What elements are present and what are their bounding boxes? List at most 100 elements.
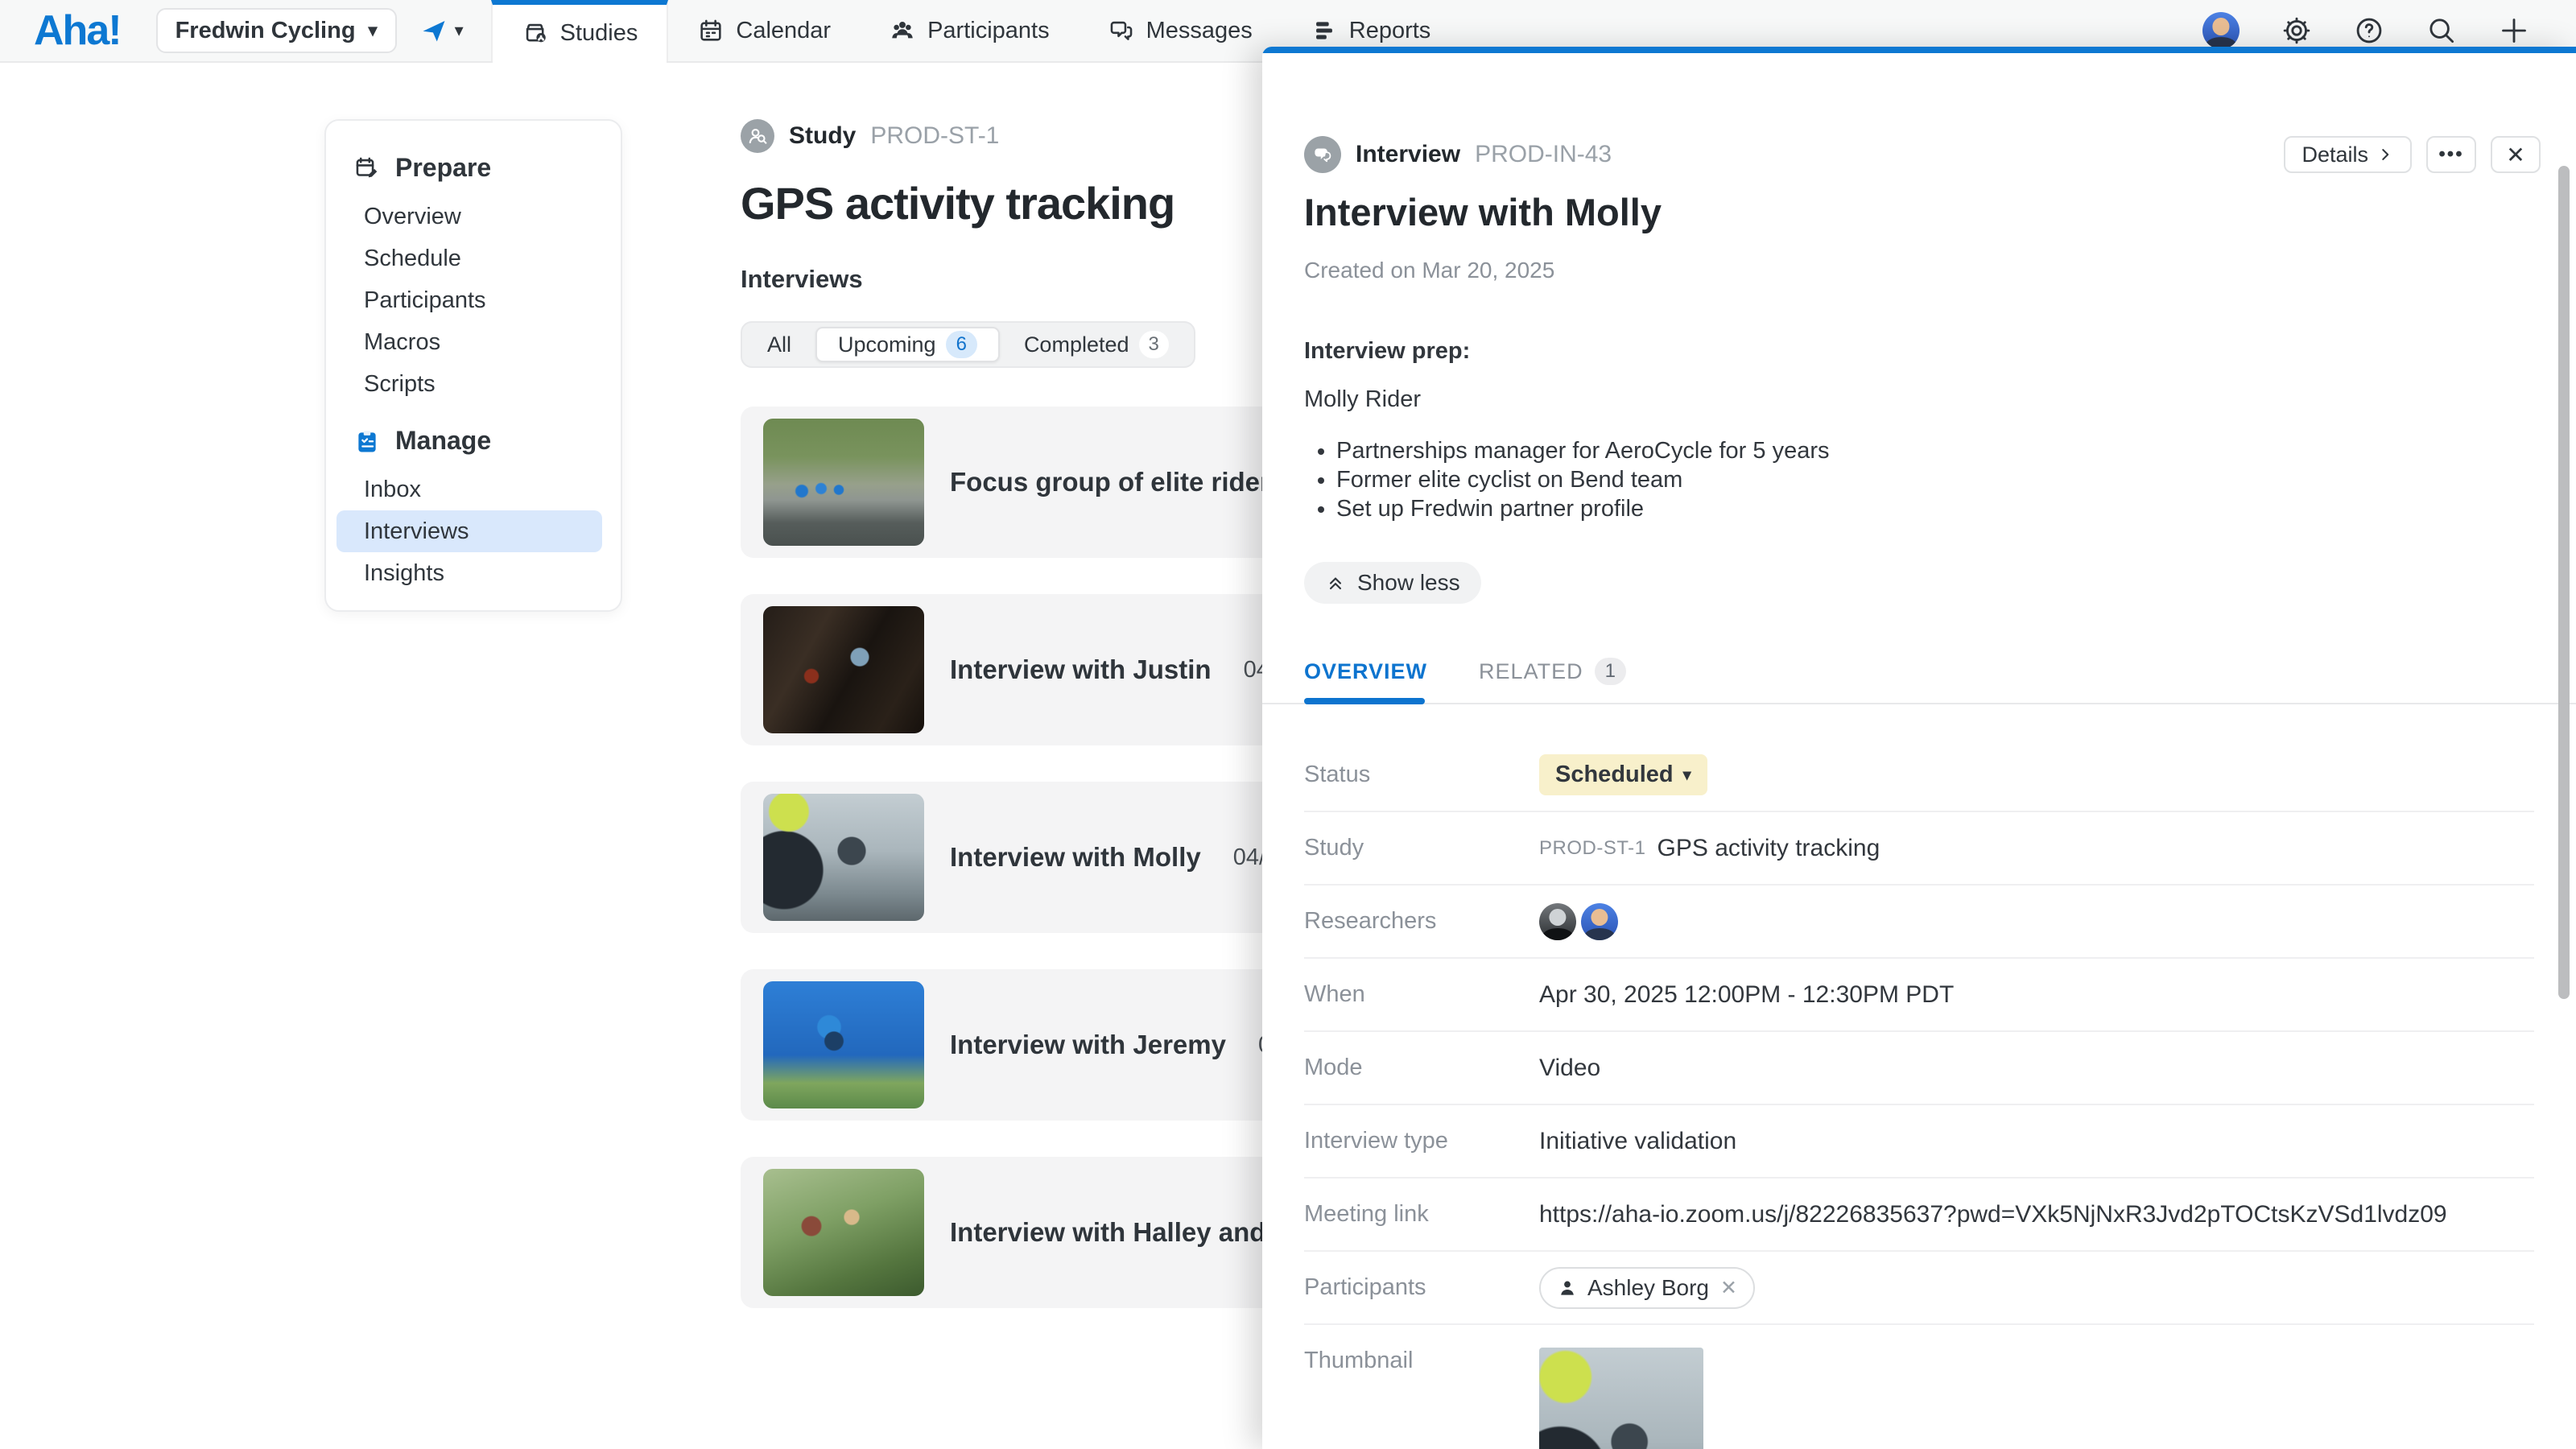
field-row-researchers: Researchers: [1304, 886, 2534, 959]
tab-label: OVERVIEW: [1304, 659, 1427, 684]
user-avatar[interactable]: [2202, 12, 2240, 49]
sidebar-item-schedule[interactable]: Schedule: [336, 237, 602, 279]
when-value: Apr 30, 2025 12:00PM - 12:30PM PDT: [1539, 981, 1954, 1009]
mode-value: Video: [1539, 1055, 1600, 1082]
tab-label: RELATED: [1479, 659, 1583, 684]
sidebar-item-scripts[interactable]: Scripts: [336, 363, 602, 405]
sidebar-item-insights[interactable]: Insights: [336, 552, 602, 594]
filter-upcoming[interactable]: Upcoming 6: [815, 327, 1000, 362]
interview-title: Interview with Jeremy: [950, 1030, 1226, 1060]
interview-thumbnail: [763, 794, 924, 921]
prep-heading: Interview prep:: [1304, 338, 1830, 367]
meeting-link[interactable]: https://aha-io.zoom.us/j/82226835637?pwd…: [1539, 1201, 2447, 1228]
panel-header: Interview PROD-IN-43 Details ••• ✕: [1304, 132, 2541, 177]
sidebar-item-interviews[interactable]: Interviews: [336, 510, 602, 552]
studies-icon: [522, 19, 549, 47]
workspace-nav-button[interactable]: ▾: [419, 16, 464, 45]
count-badge: 6: [946, 331, 977, 358]
count-badge: 3: [1139, 331, 1169, 358]
count-badge: 1: [1595, 658, 1626, 685]
ellipsis-icon: •••: [2438, 143, 2463, 166]
active-tab-indicator: [1304, 698, 1425, 704]
workspace-switcher[interactable]: Fredwin Cycling ▾: [156, 8, 397, 53]
record-ref: PROD-IN-43: [1475, 141, 1612, 168]
interview-thumbnail: [763, 1169, 924, 1296]
details-label: Details: [2301, 142, 2368, 167]
thumbnail-image[interactable]: [1539, 1348, 1703, 1449]
aha-logo: Aha!: [34, 6, 121, 55]
close-button[interactable]: ✕: [2491, 136, 2541, 173]
prep-bullet: Set up Fredwin partner profile: [1336, 494, 1830, 523]
sidebar-item-inbox[interactable]: Inbox: [336, 469, 602, 510]
interview-icon: [1304, 136, 1341, 173]
tab-participants[interactable]: Participants: [860, 0, 1079, 61]
study-icon: [741, 119, 774, 153]
participants-icon: [889, 17, 916, 44]
interview-detail-panel: Interview PROD-IN-43 Details ••• ✕ Inter…: [1262, 47, 2576, 1449]
field-label: Meeting link: [1304, 1201, 1539, 1228]
field-label: Interview type: [1304, 1128, 1539, 1154]
prep-bullet-list: Partnerships manager for AeroCycle for 5…: [1336, 436, 1830, 523]
messages-icon: [1108, 17, 1135, 44]
study-link[interactable]: GPS activity tracking: [1657, 835, 1880, 862]
sidebar-section-manage: Manage: [353, 426, 610, 456]
participant-chip[interactable]: Ashley Borg ✕: [1539, 1267, 1755, 1309]
field-row-study: Study PROD-ST-1 GPS activity tracking: [1304, 812, 2534, 886]
panel-actions: Details ••• ✕: [2284, 136, 2541, 173]
status-value: Scheduled: [1555, 762, 1674, 788]
reports-icon: [1311, 17, 1338, 44]
filter-label: Upcoming: [838, 332, 936, 357]
tab-label: Messages: [1146, 18, 1253, 44]
help-icon[interactable]: [2354, 15, 2384, 46]
panel-accent-bar: [1262, 47, 2576, 53]
interview-date: 04/: [1233, 844, 1265, 871]
study-ref: PROD-ST-1: [1539, 837, 1646, 860]
field-row-meeting-link: Meeting link https://aha-io.zoom.us/j/82…: [1304, 1179, 2534, 1252]
tab-calendar[interactable]: Calendar: [668, 0, 860, 61]
filter-label: All: [767, 332, 791, 357]
tab-studies[interactable]: Studies: [491, 0, 669, 61]
filter-label: Completed: [1024, 332, 1129, 357]
sidebar-item-overview[interactable]: Overview: [336, 196, 602, 237]
field-row-participants: Participants Ashley Borg ✕: [1304, 1252, 2534, 1325]
sidebar-item-participants[interactable]: Participants: [336, 279, 602, 321]
sidebar-item-macros[interactable]: Macros: [336, 321, 602, 363]
paper-plane-icon: [419, 16, 448, 45]
chevron-right-icon: [2376, 146, 2394, 163]
filter-completed[interactable]: Completed 3: [1003, 327, 1190, 362]
tab-messages[interactable]: Messages: [1079, 0, 1282, 61]
field-label: Thumbnail: [1304, 1348, 1539, 1374]
interview-prep-note: Interview prep: Molly Rider Partnerships…: [1304, 338, 1830, 523]
field-label: When: [1304, 981, 1539, 1008]
show-less-button[interactable]: Show less: [1304, 562, 1481, 604]
tab-label: Studies: [560, 20, 638, 47]
details-button[interactable]: Details: [2284, 136, 2412, 173]
status-dropdown[interactable]: Scheduled ▾: [1539, 754, 1707, 795]
participant-name: Ashley Borg: [1587, 1275, 1709, 1301]
calendar-icon: [697, 17, 724, 44]
field-label: Participants: [1304, 1274, 1539, 1301]
field-label: Mode: [1304, 1055, 1539, 1081]
tab-overview[interactable]: OVERVIEW: [1304, 655, 1427, 687]
interview-thumbnail: [763, 606, 924, 733]
nav-actions: [2202, 12, 2576, 49]
prep-bullet: Partnerships manager for AeroCycle for 5…: [1336, 436, 1830, 465]
researcher-avatar[interactable]: [1539, 903, 1576, 940]
plus-icon[interactable]: [2499, 15, 2529, 46]
gear-icon[interactable]: [2281, 15, 2312, 46]
person-icon: [1557, 1278, 1578, 1298]
tab-related[interactable]: RELATED 1: [1479, 655, 1626, 687]
researcher-avatar[interactable]: [1581, 903, 1618, 940]
panel-scrollbar[interactable]: [2558, 166, 2570, 999]
interview-thumbnail: [763, 981, 924, 1108]
panel-title: Interview with Molly: [1304, 190, 1662, 234]
tab-label: Reports: [1349, 18, 1431, 44]
interview-title: Focus group of elite rider: [950, 467, 1270, 497]
remove-participant-icon[interactable]: ✕: [1720, 1276, 1737, 1300]
section-title: Prepare: [395, 153, 491, 183]
filter-all[interactable]: All: [746, 327, 812, 362]
field-row-thumbnail: Thumbnail: [1304, 1325, 2534, 1449]
field-label: Status: [1304, 762, 1539, 788]
more-options-button[interactable]: •••: [2426, 136, 2476, 173]
search-icon[interactable]: [2426, 15, 2457, 46]
